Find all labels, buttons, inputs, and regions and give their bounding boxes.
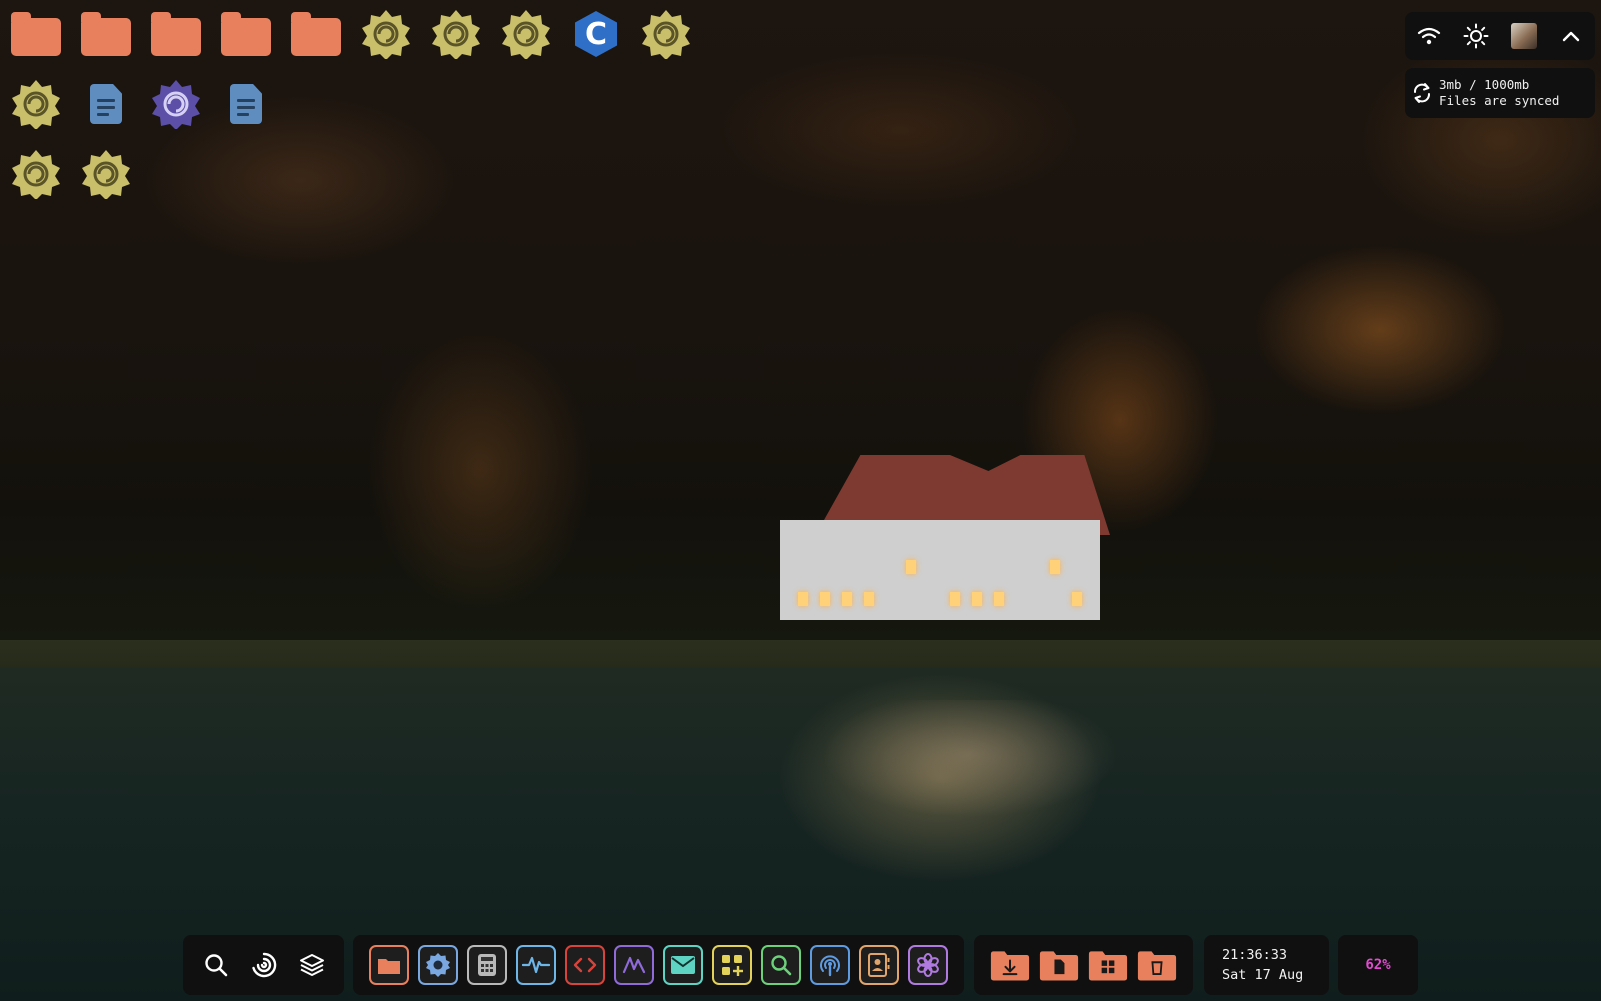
sync-usage: 3mb / 1000mb [1439,77,1530,92]
folder-icon[interactable] [218,6,274,62]
system-tray [1405,12,1595,60]
battery-widget[interactable]: 62% [1338,935,1418,995]
clock-widget[interactable]: 21:36:33 Sat 17 Aug [1204,935,1329,995]
wifi-icon[interactable] [1415,22,1443,50]
text-document-icon[interactable] [218,76,274,132]
sync-icon [1405,81,1439,105]
app-dock [353,935,964,995]
mail-app-icon[interactable] [663,945,703,985]
folder-icon[interactable] [78,6,134,62]
folder-icon[interactable] [288,6,344,62]
files-app-icon[interactable] [369,945,409,985]
search-app-icon[interactable] [761,945,801,985]
folder-icon[interactable] [8,6,64,62]
lake-shore [0,640,1601,670]
gear-app-icon[interactable] [428,6,484,62]
downloads-folder-icon[interactable] [990,945,1030,985]
app-grid-icon[interactable] [712,945,752,985]
graphs-app-icon[interactable] [614,945,654,985]
chevron-up-icon[interactable] [1557,22,1585,50]
places-dock [974,935,1193,995]
launcher-panel [183,935,344,995]
documents-folder-icon[interactable] [1039,945,1079,985]
user-avatar[interactable] [1510,22,1538,50]
trash-folder-icon[interactable] [1137,945,1177,985]
apps-folder-icon[interactable] [1088,945,1128,985]
launcher-swirl-icon[interactable] [244,945,284,985]
code-editor-app-icon[interactable] [565,945,605,985]
gear-app-icon[interactable] [8,146,64,202]
flower-app-icon[interactable] [908,945,948,985]
gear-app-icon[interactable] [498,6,554,62]
system-monitor-app-icon[interactable] [516,945,556,985]
gear-app-purple-icon[interactable] [148,76,204,132]
battery-percent: 62% [1365,957,1391,973]
gear-app-icon[interactable] [358,6,414,62]
wallpaper [0,0,1601,1001]
folder-icon[interactable] [148,6,204,62]
chalet [780,520,1100,620]
gear-app-icon[interactable] [8,76,64,132]
sync-status-widget[interactable]: 3mb / 1000mb Files are synced [1405,68,1595,118]
layers-icon[interactable] [292,945,332,985]
clock-date: Sat 17 Aug [1222,967,1304,983]
c-language-icon[interactable]: C [568,6,624,62]
lake-reflection [760,700,1180,880]
contacts-app-icon[interactable] [859,945,899,985]
brightness-icon[interactable] [1462,22,1490,50]
clock-time: 21:36:33 [1222,947,1288,963]
gear-app-icon[interactable] [638,6,694,62]
podcasts-app-icon[interactable] [810,945,850,985]
sync-status-text: Files are synced [1439,93,1560,108]
gear-app-icon[interactable] [78,146,134,202]
text-document-icon[interactable] [78,76,134,132]
calculator-app-icon[interactable] [467,945,507,985]
search-icon[interactable] [196,945,236,985]
settings-app-icon[interactable] [418,945,458,985]
